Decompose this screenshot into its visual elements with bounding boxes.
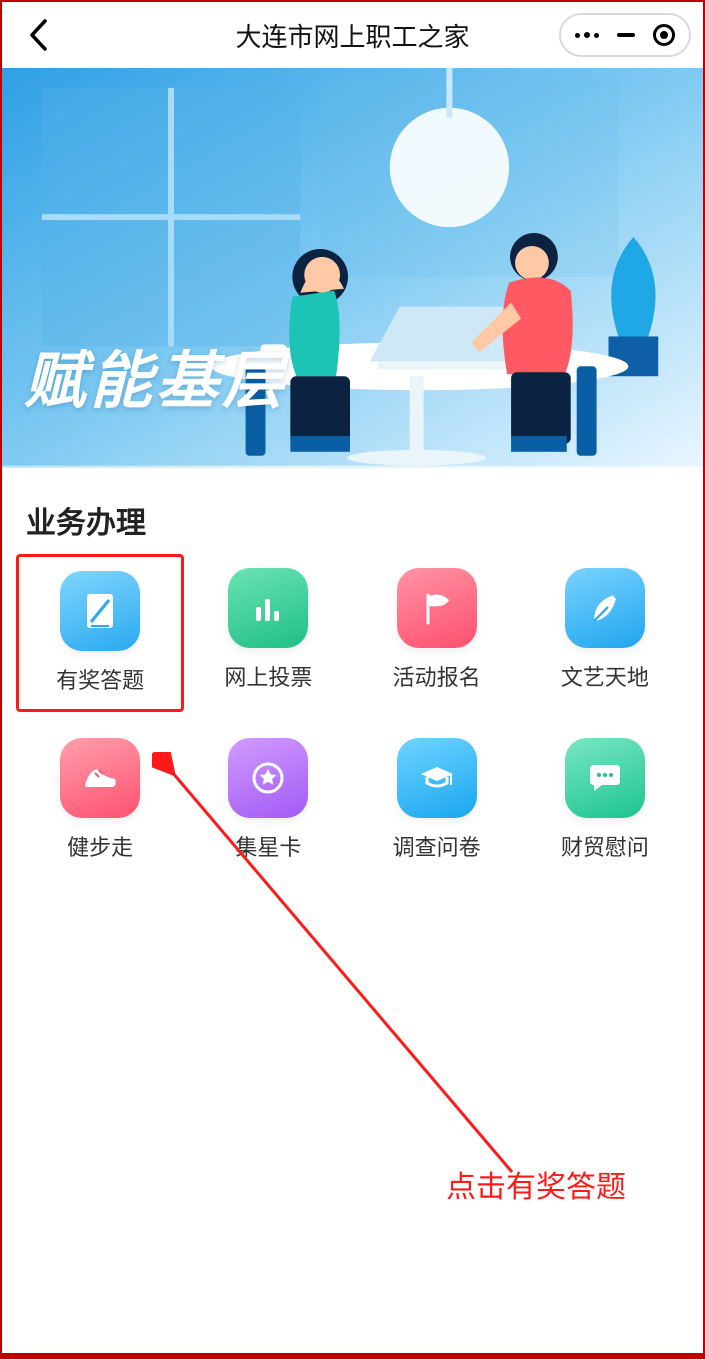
star-badge-icon bbox=[228, 738, 308, 818]
chevron-left-icon bbox=[27, 18, 49, 52]
close-button[interactable] bbox=[653, 24, 675, 46]
service-tile-walk[interactable]: 健步走 bbox=[26, 738, 174, 862]
service-tile-arts[interactable]: 文艺天地 bbox=[531, 568, 679, 698]
mini-program-capsule bbox=[559, 13, 691, 57]
menu-button[interactable] bbox=[575, 32, 599, 38]
service-label: 网上投票 bbox=[224, 660, 312, 692]
service-tile-vote[interactable]: 网上投票 bbox=[194, 568, 342, 698]
service-label: 财贸慰问 bbox=[561, 830, 649, 862]
service-label: 集星卡 bbox=[235, 830, 301, 862]
minimize-button[interactable] bbox=[617, 33, 635, 37]
services-section: 业务办理 有奖答题 网上投票 活动报名 bbox=[2, 468, 703, 862]
section-title: 业务办理 bbox=[26, 498, 679, 542]
bottom-border bbox=[2, 1353, 703, 1357]
service-label: 文艺天地 bbox=[561, 660, 649, 692]
service-label: 健步走 bbox=[67, 830, 133, 862]
page-title: 大连市网上职工之家 bbox=[235, 17, 469, 54]
bar-chart-icon bbox=[228, 568, 308, 648]
quiz-icon bbox=[60, 571, 140, 651]
service-tile-quiz[interactable]: 有奖答题 bbox=[16, 554, 184, 712]
shoe-icon bbox=[60, 738, 140, 818]
service-tile-welfare[interactable]: 财贸慰问 bbox=[531, 738, 679, 862]
service-tile-stars[interactable]: 集星卡 bbox=[194, 738, 342, 862]
back-button[interactable] bbox=[18, 15, 58, 55]
service-label: 有奖答题 bbox=[56, 663, 144, 695]
service-label: 活动报名 bbox=[393, 660, 481, 692]
header-bar: 大连市网上职工之家 bbox=[2, 2, 703, 68]
service-tile-survey[interactable]: 调查问卷 bbox=[363, 738, 511, 862]
banner-headline: 赋能基层 bbox=[24, 330, 288, 420]
graduation-cap-icon bbox=[397, 738, 477, 818]
annotation-text: 点击有奖答题 bbox=[446, 1162, 626, 1206]
services-grid: 有奖答题 网上投票 活动报名 文艺天地 bbox=[26, 568, 679, 862]
hero-banner[interactable]: 赋能基层 bbox=[2, 68, 703, 468]
flag-icon bbox=[397, 568, 477, 648]
app-frame: 大连市网上职工之家 bbox=[0, 0, 705, 1359]
service-tile-signup[interactable]: 活动报名 bbox=[363, 568, 511, 698]
service-label: 调查问卷 bbox=[393, 830, 481, 862]
chat-icon bbox=[565, 738, 645, 818]
feather-icon bbox=[565, 568, 645, 648]
